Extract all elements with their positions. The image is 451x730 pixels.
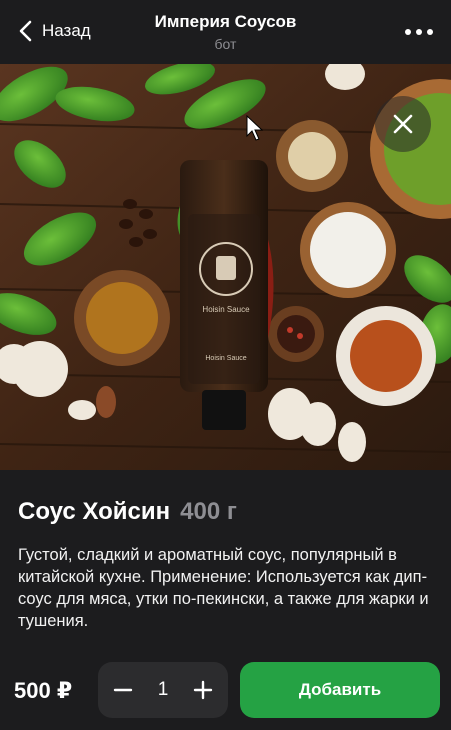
jar-brand-text: Hoisin Sauce — [202, 305, 250, 314]
top-bar: Назад Империя Соусов бот — [0, 0, 451, 64]
title-block: Империя Соусов бот — [0, 12, 451, 52]
close-icon — [393, 114, 413, 134]
page-subtitle: бот — [214, 36, 237, 52]
jar-small-text: Hoisin Sauce — [205, 355, 246, 362]
product-info: Соус Хойсин 400 г Густой, сладкий и аром… — [0, 470, 451, 648]
more-dots-icon[interactable] — [405, 22, 433, 42]
quantity-stepper: 1 — [98, 662, 228, 718]
close-button[interactable] — [375, 96, 431, 152]
page-title: Империя Соусов — [154, 12, 297, 31]
product-name: Соус Хойсин — [18, 498, 171, 525]
product-heading: Соус Хойсин 400 г — [18, 498, 433, 526]
product-description: Густой, сладкий и ароматный соус, популя… — [18, 546, 429, 630]
product-weight: 400 г — [180, 498, 237, 525]
quantity-value: 1 — [157, 679, 169, 700]
plus-icon[interactable] — [192, 679, 214, 701]
price-label: 500 ₽ — [14, 678, 73, 703]
minus-icon[interactable] — [112, 679, 134, 701]
bottom-bar: 500 ₽ 1 Добавить — [0, 648, 451, 730]
add-to-cart-button[interactable]: Добавить — [240, 662, 440, 718]
